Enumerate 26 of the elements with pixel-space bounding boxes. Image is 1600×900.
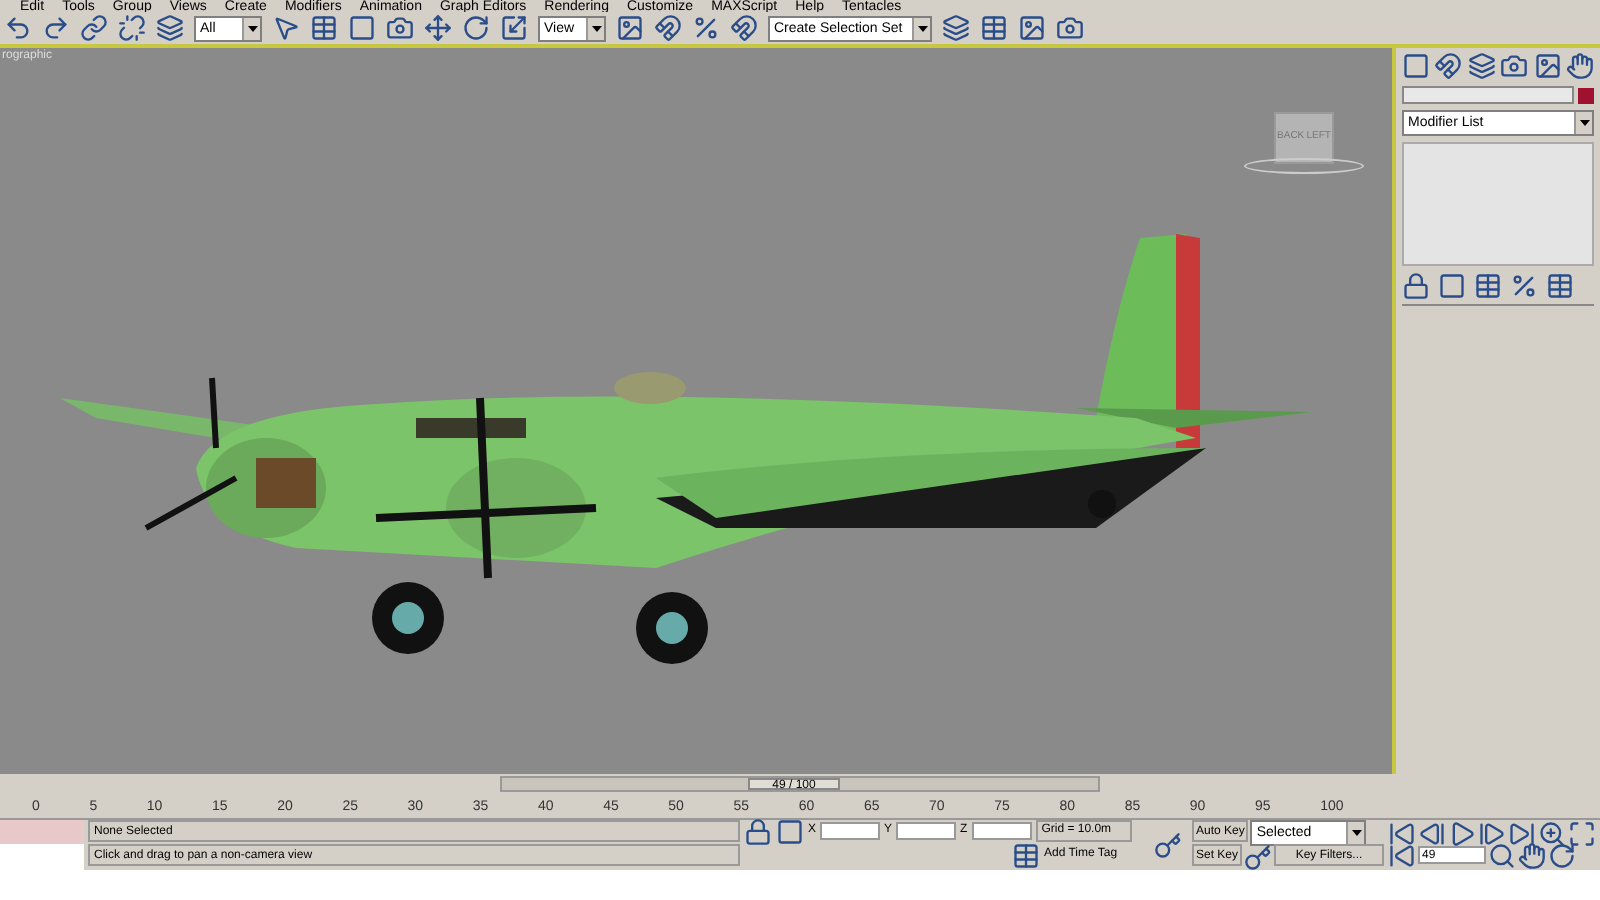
- move-icon[interactable]: [424, 14, 452, 42]
- y-field[interactable]: [896, 822, 957, 840]
- go-to-start-icon[interactable]: [1388, 820, 1416, 848]
- pointer-icon[interactable]: [272, 14, 300, 42]
- color-swatch[interactable]: [1578, 87, 1594, 103]
- name-field[interactable]: [1402, 86, 1574, 104]
- scale-icon[interactable]: [500, 14, 528, 42]
- lock-icon[interactable]: [744, 817, 772, 845]
- previous-frame-icon[interactable]: [1418, 820, 1446, 848]
- z-field[interactable]: [971, 822, 1032, 840]
- pan-icon[interactable]: [1518, 841, 1546, 869]
- maxscript-input[interactable]: [0, 844, 84, 870]
- search-icon[interactable]: [1488, 841, 1516, 869]
- x-field[interactable]: [820, 822, 881, 840]
- go-to-end-icon[interactable]: [1508, 820, 1536, 848]
- percent-icon[interactable]: [692, 14, 720, 42]
- zoom-all-icon[interactable]: [1568, 820, 1596, 848]
- square-icon[interactable]: [348, 14, 376, 42]
- link-icon[interactable]: [80, 14, 108, 42]
- play-icon[interactable]: [1448, 820, 1476, 848]
- next-frame-icon[interactable]: [1478, 820, 1506, 848]
- redo-icon[interactable]: [42, 14, 70, 42]
- undo-icon[interactable]: [4, 14, 32, 42]
- unlink-icon[interactable]: [118, 14, 146, 42]
- rotate-icon[interactable]: [462, 14, 490, 42]
- zoom-icon[interactable]: [1538, 820, 1566, 848]
